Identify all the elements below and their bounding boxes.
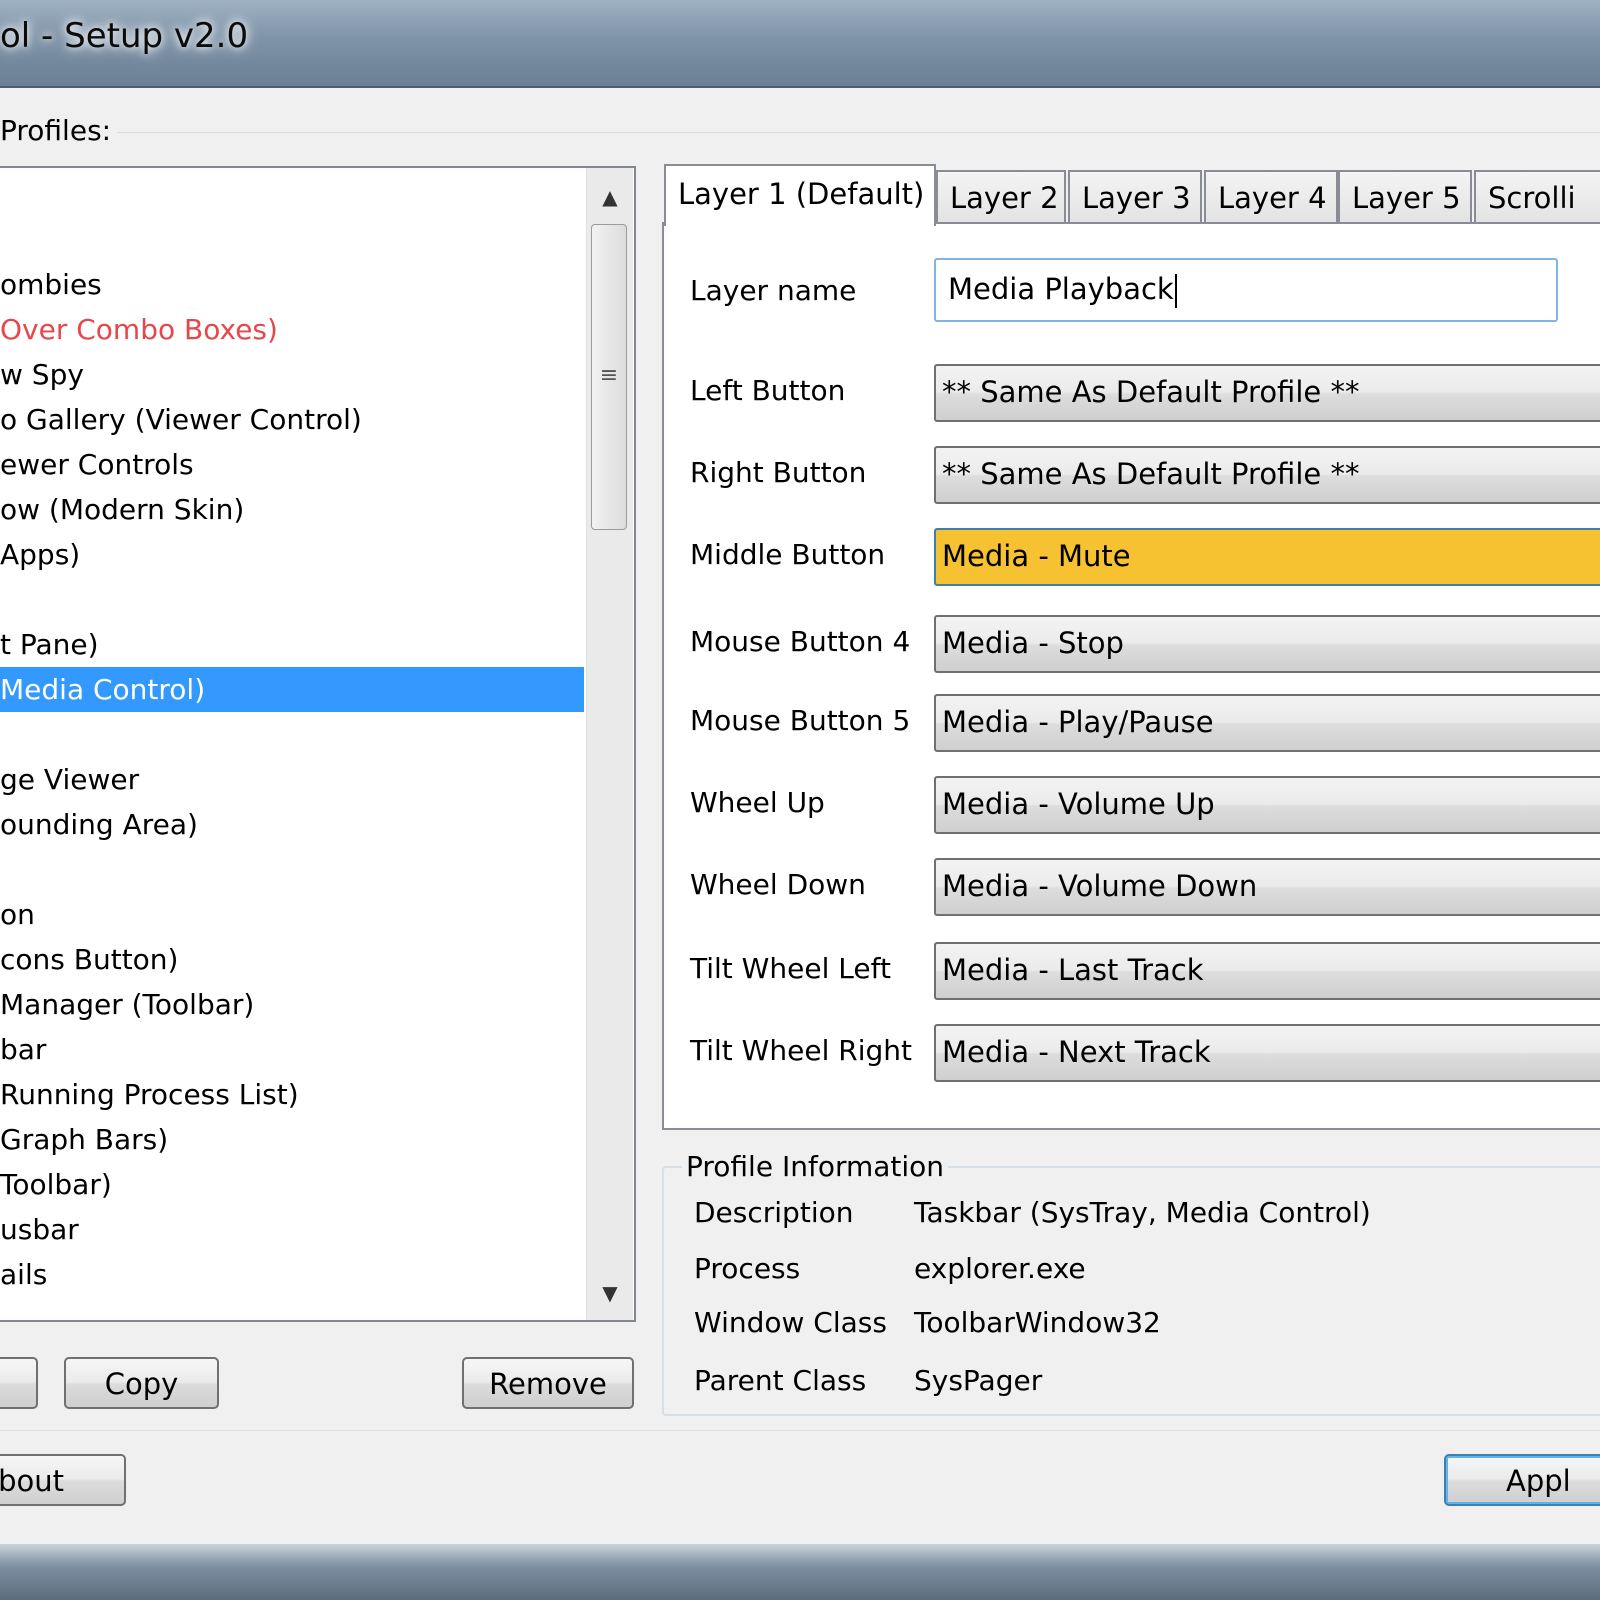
info-label: Process — [694, 1252, 801, 1285]
list-item[interactable]: Manager (Toolbar) — [0, 982, 584, 1027]
mapping-dropdown[interactable]: Media - Next Track — [934, 1024, 1600, 1082]
profiles-listbox[interactable]: ombies Over Combo Boxes) w Spy o Gallery (… — [0, 166, 636, 1322]
mapping-dropdown[interactable]: ** Same As Default Profile ** — [934, 364, 1600, 422]
list-item[interactable]: ewer Controls — [0, 442, 584, 487]
mapping-label: Mouse Button 4 — [690, 625, 911, 658]
new-profile-button[interactable] — [0, 1357, 38, 1409]
list-item[interactable] — [0, 847, 584, 892]
profiles-label: Profiles: — [0, 114, 118, 147]
info-label: Parent Class — [694, 1364, 867, 1397]
list-item[interactable]: cons Button) — [0, 937, 584, 982]
tab-layer-2[interactable]: Layer 2 — [936, 170, 1066, 222]
title-bar: ol - Setup v2.0 — [0, 0, 1600, 88]
about-button[interactable]: bout — [0, 1454, 126, 1506]
info-value: Taskbar (SysTray, Media Control) — [914, 1196, 1371, 1229]
layer-name-input[interactable]: Media Playback — [934, 258, 1558, 322]
mapping-dropdown[interactable]: Media - Last Track — [934, 942, 1600, 1000]
layer-name-value: Media Playback — [948, 272, 1174, 306]
mapping-label: Wheel Down — [690, 868, 866, 901]
list-item[interactable]: ounding Area) — [0, 802, 584, 847]
profile-information-label: Profile Information — [682, 1150, 949, 1183]
list-item[interactable]: w Spy — [0, 352, 584, 397]
tab-layer-3[interactable]: Layer 3 — [1068, 170, 1202, 222]
info-value: SysPager — [914, 1364, 1043, 1397]
mapping-dropdown[interactable]: Media - Play/Pause — [934, 694, 1600, 752]
profiles-group-line — [0, 132, 1600, 133]
list-item[interactable]: on — [0, 892, 584, 937]
mapping-label: Wheel Up — [690, 786, 825, 819]
scroll-thumb[interactable]: ≡ — [591, 224, 627, 530]
list-item[interactable]: usbar — [0, 1207, 584, 1252]
mapping-dropdown[interactable]: Media - Volume Up — [934, 776, 1600, 834]
list-item[interactable]: Graph Bars) — [0, 1117, 584, 1162]
apply-button[interactable]: Appl — [1444, 1454, 1600, 1506]
list-item[interactable]: ombies — [0, 262, 584, 307]
mapping-dropdown[interactable]: Media - Volume Down — [934, 858, 1600, 916]
mapping-dropdown[interactable]: ** Same As Default Profile ** — [934, 446, 1600, 504]
info-label: Window Class — [694, 1306, 887, 1339]
list-item-selected[interactable]: Media Control) — [0, 667, 584, 712]
tab-layer-1[interactable]: Layer 1 (Default) — [664, 164, 936, 226]
mapping-label: Mouse Button 5 — [690, 704, 911, 737]
list-item[interactable]: ails — [0, 1252, 584, 1297]
window-bottom-frame — [0, 1544, 1600, 1600]
list-item[interactable]: Running Process List) — [0, 1072, 584, 1117]
list-item[interactable]: ge Viewer — [0, 757, 584, 802]
info-value: explorer.exe — [914, 1252, 1086, 1285]
mapping-label: Tilt Wheel Right — [690, 1034, 912, 1067]
list-item[interactable]: t Pane) — [0, 622, 584, 667]
mapping-dropdown[interactable]: Media - Stop — [934, 615, 1600, 673]
text-caret — [1174, 274, 1177, 308]
info-value: ToolbarWindow32 — [914, 1306, 1161, 1339]
list-item[interactable] — [0, 577, 584, 622]
list-item[interactable]: Toolbar) — [0, 1162, 584, 1207]
list-item[interactable]: Apps) — [0, 532, 584, 577]
tab-layer-4[interactable]: Layer 4 — [1204, 170, 1338, 222]
mapping-label: Tilt Wheel Left — [690, 952, 891, 985]
remove-button[interactable]: Remove — [462, 1357, 634, 1409]
layer-name-label: Layer name — [690, 274, 857, 307]
list-item[interactable]: Over Combo Boxes) — [0, 307, 584, 352]
mapping-dropdown[interactable]: Media - Mute — [934, 528, 1600, 586]
copy-button[interactable]: Copy — [64, 1357, 219, 1409]
list-item[interactable] — [0, 712, 584, 757]
mapping-label: Middle Button — [690, 538, 886, 571]
list-item[interactable]: ow (Modern Skin) — [0, 487, 584, 532]
tab-layer-6[interactable]: Scrolli — [1474, 170, 1600, 222]
window-title: ol - Setup v2.0 — [0, 16, 249, 56]
tab-layer-5[interactable]: Layer 5 — [1338, 170, 1472, 222]
footer-separator — [0, 1430, 1600, 1431]
info-label: Description — [694, 1196, 854, 1229]
grip-icon: ≡ — [599, 363, 619, 388]
mapping-label: Left Button — [690, 374, 846, 407]
list-item[interactable]: o Gallery (Viewer Control) — [0, 397, 584, 442]
scroll-down-icon[interactable]: ▼ — [587, 1270, 633, 1316]
list-item[interactable]: bar — [0, 1027, 584, 1072]
mapping-label: Right Button — [690, 456, 867, 489]
profiles-scrollbar[interactable]: ▲ ≡ ▼ — [586, 168, 633, 1320]
scroll-up-icon[interactable]: ▲ — [587, 174, 633, 220]
